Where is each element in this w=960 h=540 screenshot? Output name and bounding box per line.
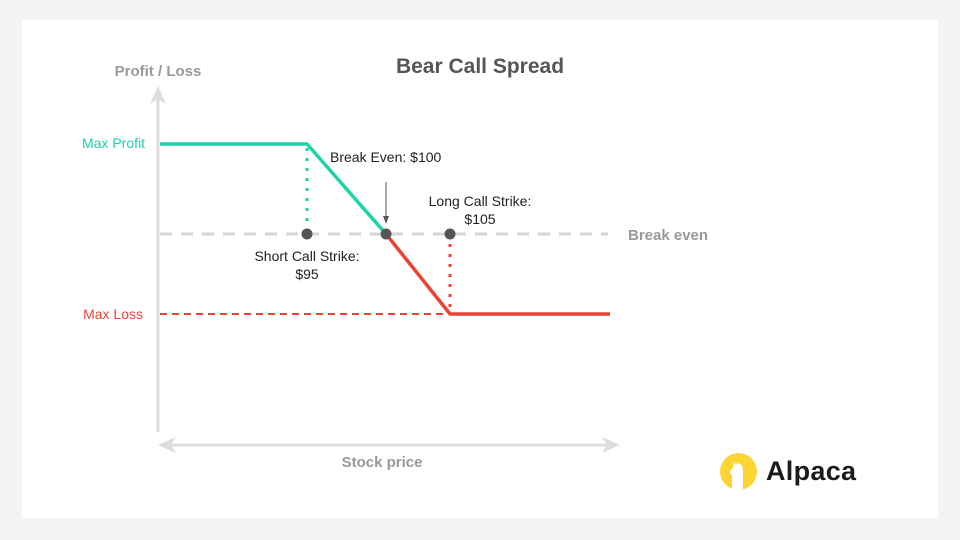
alpaca-logo: Alpaca bbox=[720, 452, 856, 490]
short-strike-annotation-line2: $95 bbox=[295, 266, 319, 282]
x-axis-label: Stock price bbox=[342, 454, 423, 471]
alpaca-logo-text: Alpaca bbox=[766, 455, 857, 486]
max-loss-label: Max Loss bbox=[83, 306, 143, 322]
break-even-pointer-arrow-icon bbox=[383, 216, 389, 224]
long-strike-annotation-line2: $105 bbox=[464, 211, 495, 227]
break-even-annotation: Break Even: $100 bbox=[330, 149, 442, 165]
chart-title: Bear Call Spread bbox=[396, 55, 564, 78]
short-strike-point bbox=[301, 228, 313, 240]
short-strike-annotation-line1: Short Call Strike: bbox=[254, 248, 359, 264]
break-even-point bbox=[380, 228, 392, 240]
long-strike-annotation-line1: Long Call Strike: bbox=[429, 193, 532, 209]
max-profit-label: Max Profit bbox=[82, 135, 145, 151]
y-axis-label: Profit / Loss bbox=[115, 63, 202, 80]
loss-line bbox=[384, 232, 610, 316]
alpaca-logo-icon bbox=[720, 452, 757, 490]
long-strike-point bbox=[444, 228, 456, 240]
break-even-line-label: Break even bbox=[628, 227, 708, 244]
